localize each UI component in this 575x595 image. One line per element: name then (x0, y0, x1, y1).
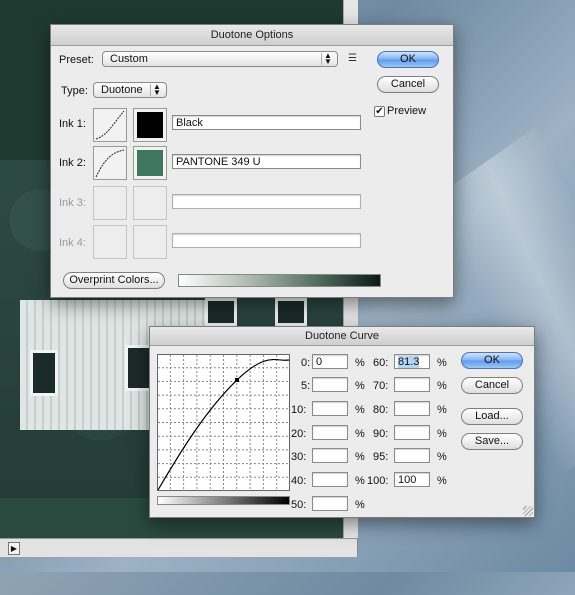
ink1-label: Ink 1: (59, 118, 86, 130)
ink3-name-field (172, 194, 361, 209)
field-30-label: 30: (291, 451, 307, 463)
ink2-name-field[interactable]: PANTONE 349 U (172, 154, 361, 169)
field-50-input[interactable] (312, 496, 348, 511)
field-50-label: 50: (291, 499, 307, 511)
percent-label: % (355, 357, 365, 369)
curve-gradient-bar (157, 496, 290, 505)
type-label: Type: (61, 85, 88, 97)
field-10-label: 10: (291, 404, 307, 416)
field-100-label: 100: (367, 475, 389, 487)
ink4-curve-button (93, 225, 127, 259)
field-0-label: 0: (301, 357, 311, 369)
percent-label: % (437, 404, 447, 416)
field-90-label: 90: (373, 428, 389, 440)
field-60-value: 81.3 (398, 356, 420, 368)
curve-thumbnail-icon (95, 149, 125, 178)
dialog-title: Duotone Options (51, 25, 453, 46)
ink2-curve-button[interactable] (93, 146, 127, 180)
percent-label: % (355, 380, 365, 392)
ink4-name-field (172, 233, 361, 248)
ink1-curve-button[interactable] (93, 108, 127, 142)
percent-label: % (355, 475, 365, 487)
photo-window (275, 298, 307, 326)
field-80-input[interactable] (394, 401, 430, 416)
duotone-options-dialog: Duotone Options Preset: Custom ▲ ▼ ☰ OK C… (50, 24, 454, 298)
field-20-label: 20: (291, 428, 307, 440)
duotone-gradient-bar (178, 274, 381, 287)
ink2-label: Ink 2: (59, 157, 86, 169)
updown-arrows-icon: ▲ ▼ (321, 52, 334, 66)
field-70-label: 70: (373, 380, 389, 392)
field-0-input[interactable]: 0 (312, 354, 348, 369)
ink1-name-field[interactable]: Black (172, 115, 361, 130)
ink3-curve-button (93, 186, 127, 220)
field-80-label: 80: (373, 404, 389, 416)
ink1-color-swatch[interactable] (133, 108, 167, 142)
field-95-label: 95: (373, 451, 389, 463)
curve-dialog-title: Duotone Curve (150, 327, 534, 346)
field-70-input[interactable] (394, 377, 430, 392)
preview-label: Preview (387, 105, 427, 117)
field-95-input[interactable] (394, 448, 430, 463)
resize-grip-icon[interactable] (523, 506, 533, 516)
percent-label: % (437, 451, 447, 463)
percent-label: % (355, 499, 365, 511)
field-10-input[interactable] (312, 401, 348, 416)
field-40-label: 40: (291, 475, 307, 487)
ok-button[interactable]: OK (377, 51, 439, 68)
preset-label: Preset: (59, 54, 94, 66)
field-5-label: 5: (301, 380, 311, 392)
curve-graph[interactable] (157, 354, 290, 491)
ink3-label: Ink 3: (59, 197, 86, 209)
updown-arrows-icon: ▲ ▼ (150, 83, 163, 97)
cancel-button[interactable]: Cancel (377, 76, 439, 93)
percent-label: % (355, 404, 365, 416)
percent-label: % (437, 380, 447, 392)
field-5-input[interactable] (312, 377, 348, 392)
status-menu-arrow-icon[interactable]: ▶ (8, 542, 20, 555)
ink1-color-chip (137, 112, 163, 138)
field-60-input[interactable]: 81.3 (394, 354, 430, 369)
photo-window (30, 350, 58, 396)
field-90-input[interactable] (394, 425, 430, 440)
save-button[interactable]: Save... (461, 433, 523, 450)
load-button[interactable]: Load... (461, 408, 523, 425)
field-60-label: 60: (373, 357, 389, 369)
document-status-bar: ▶ (0, 538, 357, 557)
preset-select[interactable]: Custom ▲ ▼ (102, 51, 338, 67)
percent-label: % (355, 451, 365, 463)
ink2-color-chip (137, 150, 163, 176)
type-select[interactable]: Duotone ▲ ▼ (93, 82, 167, 98)
curve-cancel-button[interactable]: Cancel (461, 377, 523, 394)
field-20-input[interactable] (312, 425, 348, 440)
field-30-input[interactable] (312, 448, 348, 463)
percent-label: % (437, 357, 447, 369)
type-value: Duotone (101, 84, 143, 96)
ink3-color-swatch (133, 186, 167, 220)
preset-options-menu-icon[interactable]: ☰ (348, 53, 357, 64)
ink4-color-swatch (133, 225, 167, 259)
duotone-curve-dialog: Duotone Curve 0: 0 % 5: % 10: % 20: % 30… (149, 326, 535, 518)
percent-label: % (355, 428, 365, 440)
preset-value: Custom (110, 53, 148, 65)
curve-thumbnail-icon (95, 110, 125, 140)
field-100-input[interactable]: 100 (394, 472, 430, 487)
percent-label: % (437, 428, 447, 440)
photo-window (205, 298, 237, 326)
percent-label: % (437, 475, 447, 487)
overprint-colors-button[interactable]: Overprint Colors... (63, 272, 165, 289)
preview-checkbox[interactable]: ✔ (374, 106, 385, 117)
curve-ok-button[interactable]: OK (461, 352, 523, 369)
ink2-color-swatch[interactable] (133, 146, 167, 180)
field-40-input[interactable] (312, 472, 348, 487)
ink4-label: Ink 4: (59, 237, 86, 249)
